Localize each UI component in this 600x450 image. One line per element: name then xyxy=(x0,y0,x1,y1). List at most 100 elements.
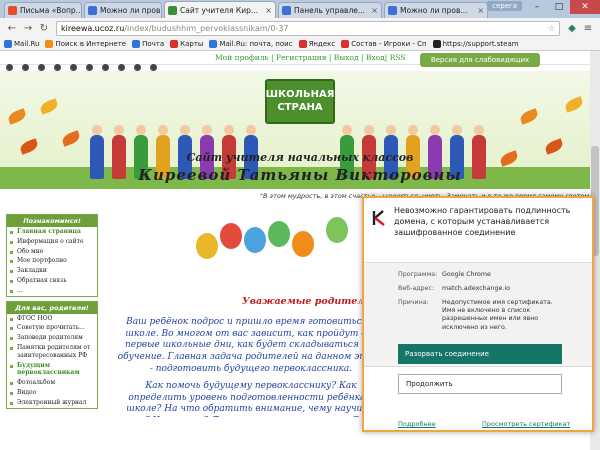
continue-button[interactable]: Продолжить xyxy=(398,374,562,394)
bookmark-1-icon xyxy=(4,40,12,48)
close-window-icon[interactable]: ✕ xyxy=(570,0,600,14)
address-bar[interactable]: kireewa.ucoz.ru/index/budushhim_pervokla… xyxy=(56,20,560,36)
program-label: Программа: xyxy=(398,271,438,278)
visually-impaired-button[interactable]: Версия для слабовидящих xyxy=(420,53,540,67)
tool-icon-6[interactable] xyxy=(86,64,93,71)
maximize-icon[interactable]: □ xyxy=(548,0,570,14)
dear-parents-heading: Уважаемые родители! xyxy=(242,296,376,307)
bookmark-6[interactable]: Яндекс xyxy=(298,40,336,48)
bookmark-2[interactable]: Поиск в Интернете xyxy=(45,40,126,48)
window-controls: – □ ✕ xyxy=(526,0,600,14)
sidebar-item-recommend[interactable]: Советую прочитать... xyxy=(7,323,97,333)
bookmarks-bar: Mail.Ru Поиск в Интернете Почта Карты Ma… xyxy=(0,38,600,51)
sidebar-heading-about: Познакомимся! xyxy=(7,215,97,227)
tab-1[interactable]: Письма «Вопр... × xyxy=(4,2,82,18)
sign-line-2: СТРАНА xyxy=(277,101,323,113)
site-tool-icons xyxy=(6,64,157,71)
bookmark-7-label: Состав - Игроки - Сп xyxy=(351,40,427,48)
bookmark-5[interactable]: Mail.Ru: почта, поис xyxy=(209,40,293,48)
bookmark-5-label: Mail.Ru: почта, поис xyxy=(219,40,293,48)
sidebar-item-video[interactable]: Видео xyxy=(7,388,97,398)
intro-paragraph: Ваш ребёнок подрос и пришло время готови… xyxy=(117,317,385,374)
bookmark-7[interactable]: Состав - Игроки - Сп xyxy=(341,40,427,48)
main-content: Уважаемые родители! Ваш ребёнок подрос и… xyxy=(106,213,384,417)
sidebar-item-bookmarks[interactable]: Закладки xyxy=(7,266,97,276)
site-title-line-2: Киреевой Татьяны Викторовны xyxy=(138,166,462,184)
menu-icon[interactable]: ≡ xyxy=(580,23,596,34)
tool-icon-5[interactable] xyxy=(70,64,77,71)
sidebar-block-parents: Для вас, родители! ФГОС НОО Советую проч… xyxy=(6,300,98,409)
sidebar-item-feedback[interactable]: Обратная связь xyxy=(7,276,97,286)
bookmark-4[interactable]: Карты xyxy=(170,40,203,48)
balloons-illustration xyxy=(186,213,366,283)
tool-icon-10[interactable] xyxy=(150,64,157,71)
bookmark-7-icon xyxy=(341,40,350,48)
autumn-leaf-icon xyxy=(38,98,60,115)
bookmark-4-label: Карты xyxy=(180,40,204,48)
tool-icon-7[interactable] xyxy=(102,64,109,71)
sidebar-item-photo-album[interactable]: Фотоальбом xyxy=(7,378,97,388)
tab-3-active[interactable]: Сайт учителя Кир... × xyxy=(164,1,276,18)
tab-3-close-icon[interactable]: × xyxy=(263,6,272,15)
sidebar-item-about-me[interactable]: Обо мне xyxy=(7,247,97,257)
bookmark-5-icon xyxy=(209,40,218,48)
bookmark-6-label: Яндекс xyxy=(308,40,336,48)
sidebar-item-first-graders[interactable]: Будущим первоклассникам xyxy=(7,361,97,379)
reload-icon[interactable]: ↻ xyxy=(36,23,52,34)
balloon-icon xyxy=(326,217,348,243)
extension-icon[interactable]: ◆ xyxy=(564,23,580,34)
sidebar-item-site-info[interactable]: Информация о сайте xyxy=(7,237,97,247)
tab-4-close-icon[interactable]: × xyxy=(369,6,378,15)
sidebar-item-home[interactable]: Главная страница xyxy=(7,227,97,237)
tool-icon-3[interactable] xyxy=(38,64,45,71)
tab-5[interactable]: Можно ли пров... × xyxy=(384,2,488,18)
autumn-leaf-icon xyxy=(6,108,28,125)
minimize-icon[interactable]: – xyxy=(526,0,548,14)
account-links[interactable]: Мой профиль | Регистрация | Выход | Вход… xyxy=(215,53,406,62)
sidebar-heading-parents: Для вас, родители! xyxy=(7,301,97,314)
tool-icon-9[interactable] xyxy=(134,64,141,71)
bookmark-star-icon[interactable]: ☆ xyxy=(548,24,555,33)
tab-1-label: Письма «Вопр... xyxy=(20,6,82,15)
sidebar-item-e-journal[interactable]: Электронный журнал xyxy=(7,398,97,408)
reason-value: Недопустимое имя сертификата. Имя не вкл… xyxy=(442,299,553,331)
tab-2-label: Можно ли пров... xyxy=(100,6,162,15)
site-top-nav: Мой профиль | Регистрация | Выход | Вход… xyxy=(0,51,600,67)
sidebar-block-about: Познакомимся! Главная страница Информаци… xyxy=(6,214,98,297)
tool-icon-8[interactable] xyxy=(118,64,125,71)
tab-2[interactable]: Можно ли пров... × xyxy=(84,2,162,18)
program-value: Google Chrome xyxy=(442,271,491,278)
school-country-sign: ШКОЛЬНАЯ СТРАНА xyxy=(265,79,335,124)
tab-4[interactable]: Панель управле... × xyxy=(278,2,382,18)
kaspersky-k-icon xyxy=(372,210,385,226)
sidebar-item-portfolio[interactable]: Мое портфолио xyxy=(7,256,97,266)
home-icon[interactable] xyxy=(6,64,13,71)
warning-title: Невозможно гарантировать подлинность дом… xyxy=(394,206,571,237)
site-title: Сайт учителя начальных классов Киреевой … xyxy=(0,151,600,184)
site-title-line-1: Сайт учителя начальных классов xyxy=(186,151,414,164)
sign-line-1: ШКОЛЬНАЯ xyxy=(265,89,335,100)
kaspersky-warning-dialog: Невозможно гарантировать подлинность дом… xyxy=(362,196,594,432)
tool-icon-4[interactable] xyxy=(54,64,61,71)
details-link[interactable]: Подробнее xyxy=(398,420,436,428)
bookmark-3[interactable]: Почта xyxy=(132,40,164,48)
view-certificate-link[interactable]: Просмотреть сертификат xyxy=(482,420,570,428)
sidebar-item-fgos[interactable]: ФГОС НОО xyxy=(7,314,97,324)
sidebar-item-commandments[interactable]: Заповеди родителям xyxy=(7,333,97,343)
bookmark-2-icon xyxy=(45,40,54,48)
forward-icon[interactable]: → xyxy=(20,23,36,34)
bookmark-2-label: Поиск в Интернете xyxy=(55,40,127,48)
sidebar-item-memos[interactable]: Памятки родителям от заинтересованных РФ xyxy=(7,343,97,361)
url-host: kireewa.ucoz.ru xyxy=(61,23,125,33)
block-connection-button[interactable]: Разорвать соединение xyxy=(398,344,562,364)
tab-5-close-icon[interactable]: × xyxy=(475,6,484,15)
balloon-icon xyxy=(292,231,314,257)
bookmark-1[interactable]: Mail.Ru xyxy=(4,40,39,48)
sidebar-item-more[interactable]: ... xyxy=(7,286,97,296)
profile-badge[interactable]: серега xyxy=(487,1,522,11)
back-icon[interactable]: ← xyxy=(4,23,20,34)
balloon-icon xyxy=(268,221,290,247)
bookmark-8[interactable]: https://support.steam xyxy=(432,40,519,48)
tab-4-label: Панель управле... xyxy=(294,6,366,15)
tool-icon-2[interactable] xyxy=(22,64,29,71)
